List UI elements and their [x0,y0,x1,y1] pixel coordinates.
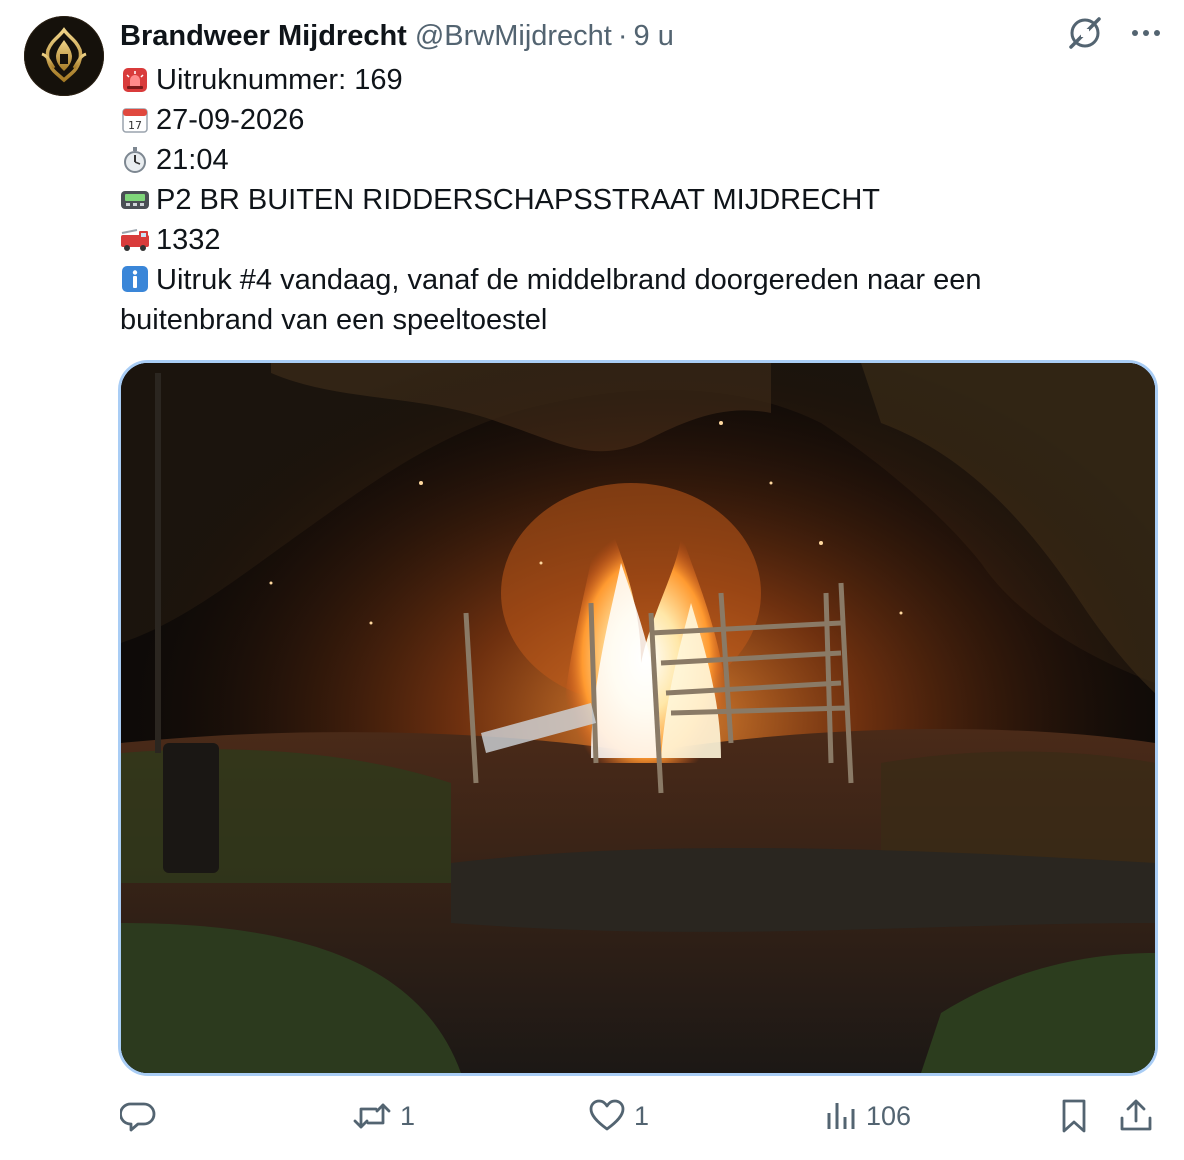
like-button[interactable]: 1 [588,1098,649,1134]
views-button[interactable]: 106 [824,1098,911,1134]
incident-number-text: Uitruknummer: 169 [156,64,403,96]
bookmark-icon [1062,1099,1086,1133]
avatar[interactable] [24,16,104,96]
pager-icon [120,185,150,215]
retweet-icon [353,1103,391,1129]
top-actions [1066,14,1162,52]
pager-line: P2 BR BUITEN RIDDERSCHAPSSTRAAT MIJDRECH… [120,180,1140,220]
calendar-day: 17 [128,119,142,132]
grok-icon[interactable] [1066,14,1104,52]
like-count: 1 [634,1100,650,1131]
author-handle[interactable]: @BrwMijdrecht [415,20,612,53]
share-icon [1120,1099,1152,1131]
separator: · [617,19,628,52]
police-light-icon [120,65,150,95]
incident-number-line: Uitruknummer: 169 [120,60,1140,100]
views-icon [827,1103,855,1129]
tweet-header: Brandweer Mijdrecht @BrwMijdrecht · 9 u [120,16,674,56]
information-icon [120,264,150,294]
retweet-count: 1 [400,1100,416,1131]
fire-photo [121,363,1155,1073]
date-line: 17 27-09-2026 [120,100,1140,140]
date-text: 27-09-2026 [156,104,305,136]
pager-text: P2 BR BUITEN RIDDERSCHAPSSTRAAT MIJDRECH… [156,184,881,216]
bookmark-button[interactable] [1056,1098,1092,1134]
more-options-icon[interactable] [1130,27,1162,39]
reply-icon [120,1102,156,1132]
tweet-text: Uitruknummer: 169 17 27-09-2026 21:04 P2… [120,60,1140,340]
views-count: 106 [866,1100,912,1131]
share-button[interactable] [1118,1098,1154,1134]
fire-engine-icon [120,225,150,255]
timestamp[interactable]: 9 u [634,20,674,53]
info-line: Uitruk #4 vandaag, vanaf de middelbrand … [120,260,1140,340]
time-text: 21:04 [156,144,229,176]
heart-icon [589,1099,625,1131]
calendar-icon: 17 [120,105,150,135]
retweet-button[interactable]: 1 [352,1098,415,1134]
reply-button[interactable] [120,1098,164,1134]
vehicle-line: 1332 [120,220,1140,260]
info-text: Uitruk #4 vandaag, vanaf de middelbrand … [120,264,982,336]
vehicle-text: 1332 [156,224,221,256]
tweet-photo[interactable] [118,360,1158,1076]
brandweer-logo-icon [25,17,103,95]
time-line: 21:04 [120,140,1140,180]
stopwatch-icon [120,145,150,175]
author-name[interactable]: Brandweer Mijdrecht [120,20,407,53]
action-bar: 1 1 106 [0,1092,1184,1148]
